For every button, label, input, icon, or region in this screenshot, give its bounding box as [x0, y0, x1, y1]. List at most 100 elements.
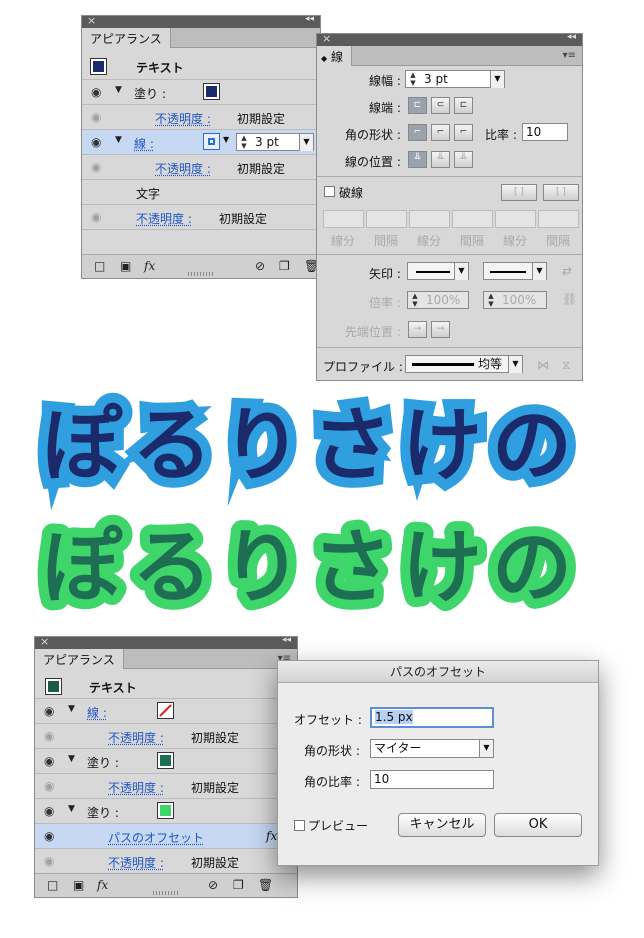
header-row[interactable]: テキスト [35, 675, 297, 699]
duplicate-icon[interactable]: ❐ [233, 878, 244, 892]
eye-icon[interactable]: ◉ [44, 854, 58, 868]
fill-row[interactable]: ◉ ▼ 塗り : [35, 749, 297, 774]
eye-icon[interactable]: ◉ [91, 160, 105, 174]
gap-field[interactable] [538, 210, 579, 228]
resize-grip-icon[interactable] [188, 272, 214, 276]
fill-swatch[interactable] [157, 752, 174, 769]
start-arrow-select[interactable]: ▼ [407, 262, 469, 280]
tip-outside-button[interactable]: → [431, 321, 450, 338]
collapse-icon[interactable]: ◂◂ [567, 32, 576, 42]
tab-appearance[interactable]: アピアランス [82, 28, 171, 48]
expand-triangle-icon[interactable]: ▼ [115, 135, 122, 145]
text-color-swatch[interactable] [45, 678, 62, 695]
eye-icon[interactable]: ◉ [44, 729, 58, 743]
flip-vertical-icon[interactable]: ⧖ [562, 358, 570, 373]
fill-row[interactable]: ◉ ▼ 塗り : [35, 799, 297, 824]
no-stroke-swatch[interactable] [157, 702, 174, 719]
add-fill-icon[interactable]: ▣ [73, 878, 84, 892]
add-stroke-icon[interactable]: □ [47, 878, 58, 892]
close-icon[interactable]: × [87, 14, 96, 27]
start-scale-field[interactable]: ▲ ▼ 100% [407, 291, 469, 309]
stepper-icon[interactable]: ▲ ▼ [409, 292, 421, 309]
dash-field[interactable] [323, 210, 364, 228]
eye-icon[interactable]: ◉ [91, 135, 105, 149]
flip-horizontal-icon[interactable]: ⋈ [537, 358, 549, 372]
panel-titlebar[interactable]: × ◂◂ [35, 635, 297, 649]
collapse-icon[interactable]: ◂◂ [305, 14, 314, 24]
resize-grip-icon[interactable] [153, 891, 179, 895]
bevel-join-button[interactable]: ⌐ [454, 124, 473, 141]
stepper-icon[interactable]: ▲ ▼ [485, 292, 497, 309]
dash-field[interactable] [495, 210, 536, 228]
dashed-checkbox[interactable] [324, 186, 335, 197]
text-color-swatch[interactable] [90, 58, 107, 75]
chevron-down-icon[interactable]: ▼ [454, 263, 468, 280]
align-center-button[interactable]: ╩ [408, 151, 427, 168]
eye-icon[interactable]: ◉ [44, 829, 58, 843]
chevron-down-icon[interactable]: ▼ [532, 263, 546, 280]
stroke-link[interactable]: 線 : [134, 135, 154, 152]
header-row[interactable]: テキスト [82, 54, 320, 80]
weight-field[interactable]: ▲ ▼ 3 pt ▼ [405, 70, 505, 88]
dash-preserve-button[interactable]: [ ] [543, 184, 579, 201]
stroke-row[interactable]: ◉ ▼ 線 : ▼ ▲ ▼ 3 pt ▼ [82, 130, 320, 155]
opacity-link[interactable]: 不透明度 : [108, 779, 164, 796]
fx-icon[interactable]: fx [144, 259, 155, 273]
fx-effect-icon[interactable]: fx [266, 829, 277, 843]
joins-select[interactable]: マイター ▼ [370, 739, 494, 758]
eye-icon[interactable]: ◉ [44, 754, 58, 768]
stepper-icon[interactable]: ▲ ▼ [238, 134, 250, 151]
end-scale-field[interactable]: ▲ ▼ 100% [483, 291, 547, 309]
round-cap-button[interactable]: ⊂ [431, 97, 450, 114]
offset-path-link[interactable]: パスのオフセット [108, 829, 204, 846]
opacity-link[interactable]: 不透明度 : [136, 210, 192, 227]
expand-triangle-icon[interactable]: ▼ [115, 85, 122, 95]
fill-swatch[interactable] [157, 802, 174, 819]
clear-icon[interactable]: ⊘ [208, 878, 218, 892]
stroke-row[interactable]: ◉ ▼ 線 : [35, 699, 297, 724]
offset-path-row[interactable]: ◉ パスのオフセット fx [35, 824, 297, 849]
eye-icon[interactable]: ◉ [44, 779, 58, 793]
miter-input[interactable]: 10 [370, 770, 494, 789]
stepper-icon[interactable]: ▲ ▼ [407, 71, 419, 88]
stroke-swatch-dropdown-icon[interactable]: ▼ [223, 135, 229, 144]
fill-row[interactable]: ◉ ▼ 塗り : [82, 80, 320, 105]
align-outside-button[interactable]: ╩ [454, 151, 473, 168]
eye-icon[interactable]: ◉ [44, 704, 58, 718]
fill-swatch[interactable] [203, 83, 220, 100]
opacity-row[interactable]: ◉ 不透明度 : 初期設定 [35, 774, 297, 799]
chevron-down-icon[interactable]: ▼ [490, 71, 504, 88]
link-scale-icon[interactable]: ⛓ [562, 292, 577, 306]
eye-icon[interactable]: ◉ [91, 210, 105, 224]
opacity-link[interactable]: 不透明度 : [108, 854, 164, 871]
stroke-link[interactable]: 線 : [87, 704, 107, 721]
panel-menu-icon[interactable]: ▾≡ [563, 50, 576, 61]
chevron-down-icon[interactable]: ▼ [299, 134, 313, 151]
miter-join-button[interactable]: ⌐ [408, 124, 427, 141]
preview-checkbox[interactable] [294, 820, 305, 831]
trash-icon[interactable]: 🗑 [258, 878, 273, 892]
tab-stroke[interactable]: ◆ 線 [317, 46, 352, 66]
fx-icon[interactable]: fx [97, 878, 108, 892]
profile-select[interactable]: 均等 ▼ [405, 355, 523, 373]
expand-triangle-icon[interactable]: ▼ [68, 704, 75, 714]
stroke-swatch[interactable] [203, 133, 220, 150]
gap-field[interactable] [452, 210, 493, 228]
offset-input[interactable]: 1.5 px [370, 707, 494, 728]
tip-inside-button[interactable]: → [408, 321, 427, 338]
opacity-row[interactable]: ◉ 不透明度 : 初期設定 [82, 205, 320, 230]
opacity-row[interactable]: ◉ 不透明度 : 初期設定 [82, 105, 320, 130]
align-inside-button[interactable]: ╩ [431, 151, 450, 168]
end-arrow-select[interactable]: ▼ [483, 262, 547, 280]
ok-button[interactable]: OK [494, 813, 582, 837]
opacity-link[interactable]: 不透明度 : [155, 160, 211, 177]
eye-icon[interactable]: ◉ [91, 110, 105, 124]
eye-icon[interactable]: ◉ [44, 804, 58, 818]
round-join-button[interactable]: ⌐ [431, 124, 450, 141]
cancel-button[interactable]: キャンセル [398, 813, 486, 837]
duplicate-icon[interactable]: ❐ [279, 259, 290, 273]
collapse-icon[interactable]: ◂◂ [282, 635, 291, 645]
characters-row[interactable]: 文字 [82, 180, 320, 205]
tab-appearance[interactable]: アピアランス [35, 649, 124, 669]
butt-cap-button[interactable]: ⊏ [408, 97, 427, 114]
